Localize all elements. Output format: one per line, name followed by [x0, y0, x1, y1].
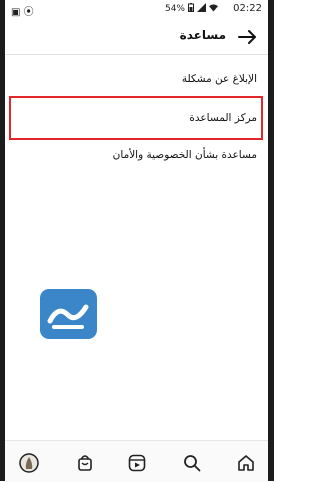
- reels-icon[interactable]: [128, 454, 146, 472]
- device-frame-left: [0, 0, 5, 481]
- signal-icon: [197, 3, 206, 15]
- menu-item-privacy-security-help[interactable]: مساعدة بشأن الخصوصية والأمان: [113, 149, 257, 161]
- page-title: مساعدة: [179, 28, 226, 42]
- shop-bag-icon[interactable]: [76, 454, 94, 472]
- menu-item-report-problem[interactable]: الإبلاغ عن مشكلة: [182, 73, 257, 85]
- wifi-icon: [209, 3, 218, 15]
- header: مساعدة: [5, 22, 268, 52]
- home-icon[interactable]: [237, 454, 255, 472]
- search-icon[interactable]: [183, 454, 201, 472]
- arrow-right-icon[interactable]: [236, 26, 258, 48]
- bottom-navigation: [5, 440, 268, 482]
- header-divider: [5, 54, 268, 55]
- battery-icon: [188, 3, 194, 15]
- watermark-logo: [40, 289, 97, 339]
- status-icons: 54%: [165, 3, 218, 15]
- profile-avatar-icon[interactable]: [19, 453, 39, 473]
- device-frame-right: [268, 0, 274, 481]
- highlight-box: [9, 96, 263, 140]
- status-time: 02:22: [233, 3, 262, 14]
- battery-percentage: 54%: [164, 4, 185, 14]
- notification-icons: ▣ ⦿: [11, 7, 34, 18]
- status-bar: ▣ ⦿ 54% 02:22: [5, 0, 268, 18]
